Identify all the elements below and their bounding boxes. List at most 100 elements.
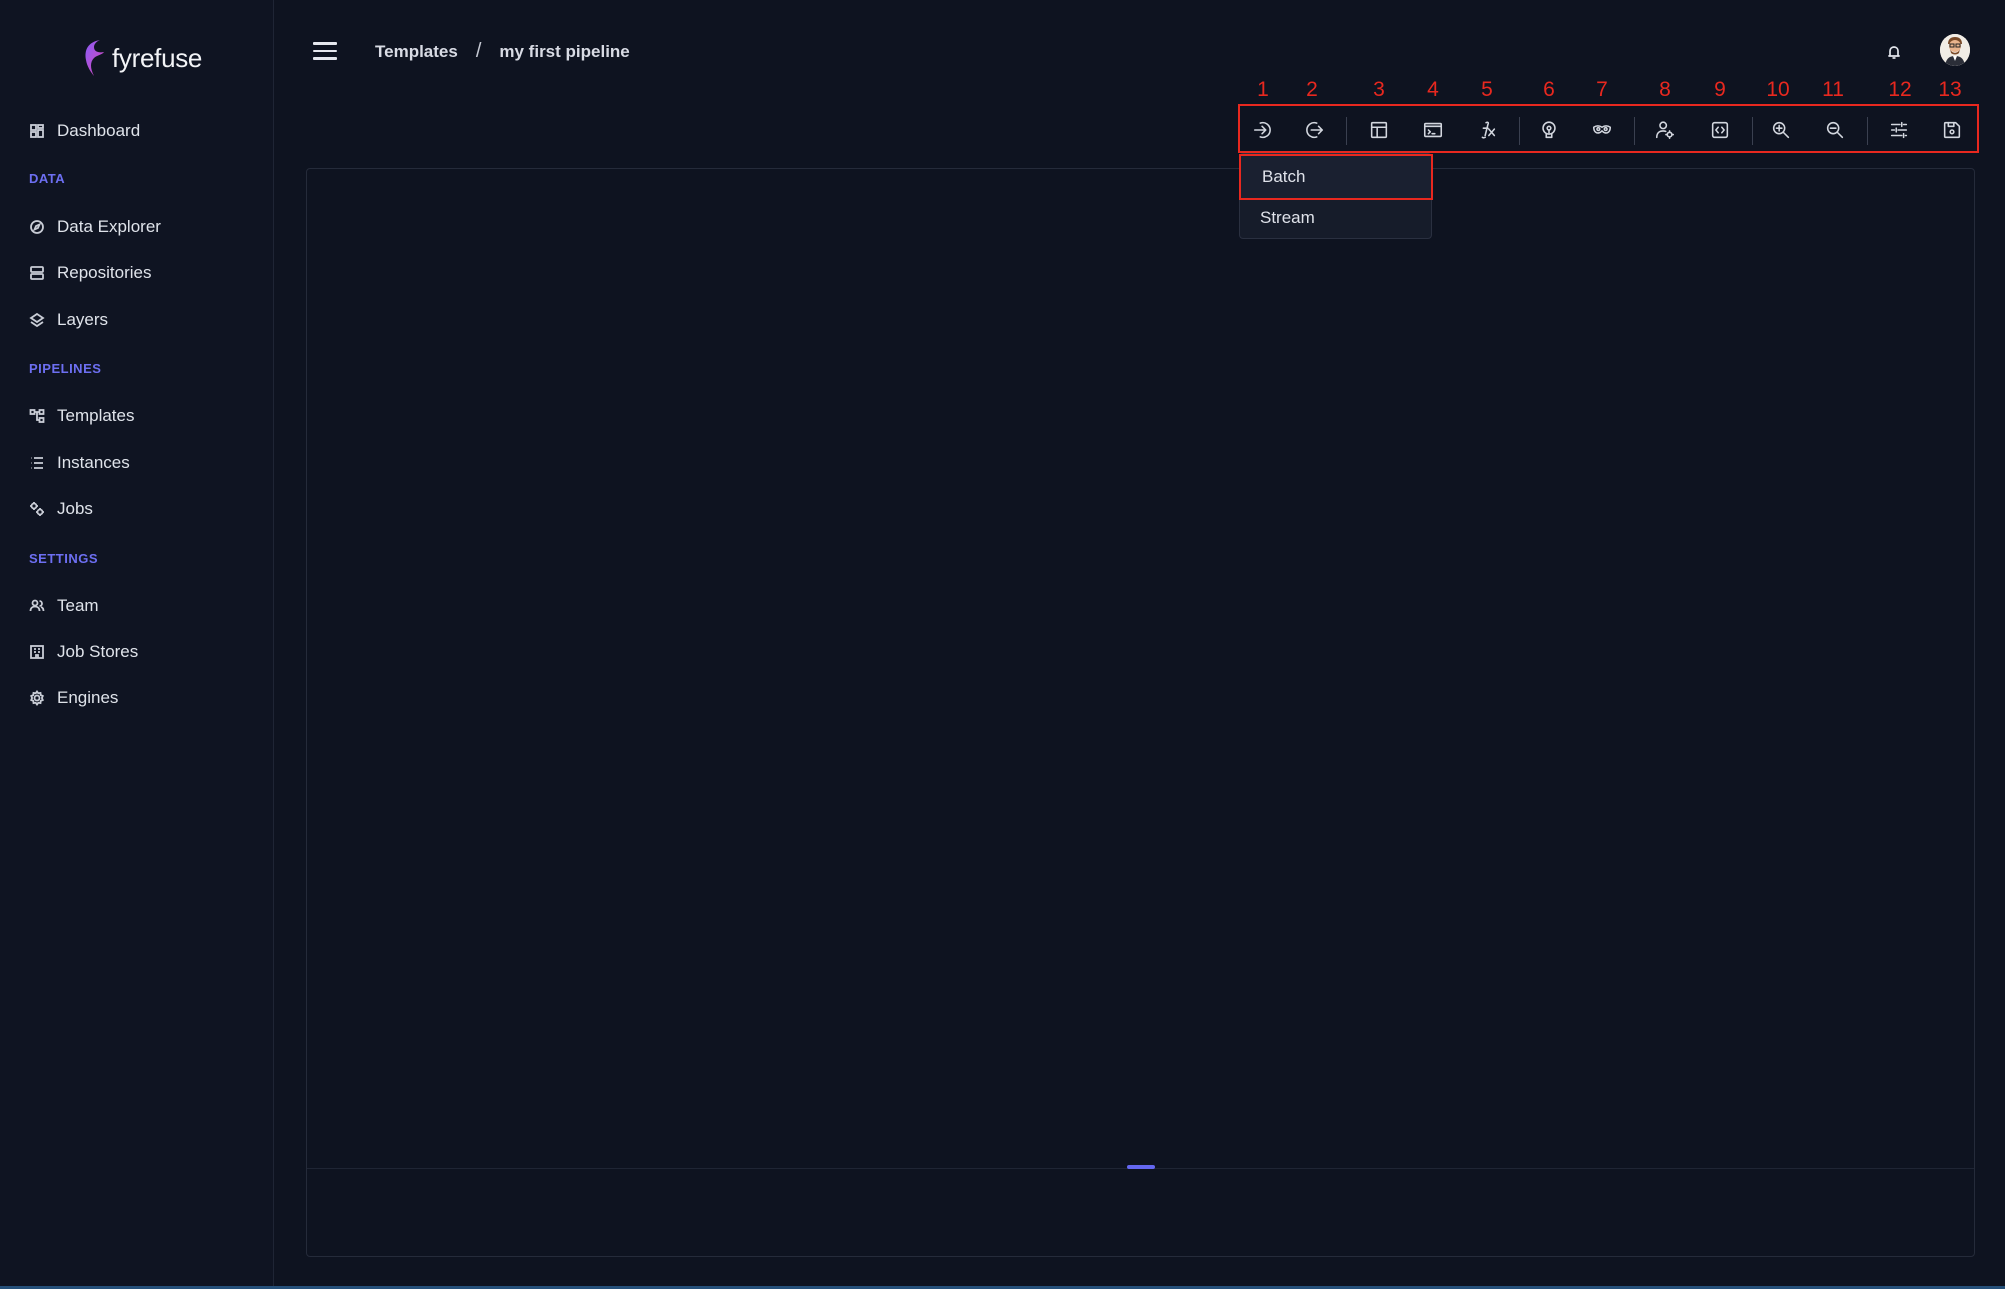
sidebar-item-job-stores[interactable]: Job Stores (29, 637, 138, 667)
gears-icon (30, 502, 44, 516)
user-settings-button[interactable] (1653, 118, 1677, 142)
sidebar-item-team[interactable]: Team (29, 591, 99, 621)
sidebar-item-label: Job Stores (57, 642, 139, 661)
menu-line (313, 57, 337, 60)
sidebar-item-templates[interactable]: Templates (29, 401, 134, 431)
code-view-button[interactable] (1708, 118, 1732, 142)
mask-icon (1592, 125, 1612, 134)
sliders-icon (1890, 121, 1908, 139)
add-masking-button[interactable] (1590, 118, 1614, 142)
save-icon (1943, 121, 1961, 139)
toolbar-number-labels: 1 2 3 4 5 6 7 8 9 10 11 12 13 (0, 78, 2005, 104)
toolbar-number: 7 (1596, 78, 1608, 101)
sidebar: fyrefuse Dashboard DATA Data Explorer Re… (0, 0, 274, 1289)
function-icon (1481, 121, 1496, 139)
toolbar-divider (1519, 117, 1520, 145)
hamburger-menu-button[interactable] (313, 42, 337, 62)
engine-cog-icon (30, 690, 44, 706)
section-label-data: DATA (29, 171, 66, 186)
pipeline-toolbar (1238, 104, 1979, 153)
toolbar-number: 2 (1306, 78, 1318, 101)
code-icon (1711, 121, 1729, 139)
sidebar-item-label: Team (57, 596, 99, 615)
compass-icon (30, 220, 44, 234)
sidebar-item-label: Templates (57, 406, 135, 425)
terminal-icon (1423, 122, 1443, 138)
add-function-button[interactable] (1475, 118, 1499, 142)
panel-resize-handle[interactable] (1127, 1165, 1155, 1169)
dashboard-icon (30, 124, 44, 138)
toolbar-number: 8 (1659, 78, 1671, 101)
zoom-out-icon (1826, 121, 1844, 139)
toolbar-number: 10 (1766, 78, 1790, 101)
sidebar-item-layers[interactable]: Layers (29, 305, 108, 335)
server-icon (30, 266, 44, 280)
sidebar-item-instances[interactable]: Instances (29, 448, 130, 478)
sidebar-item-repositories[interactable]: Repositories (29, 258, 152, 288)
sidebar-item-jobs[interactable]: Jobs (29, 494, 93, 524)
logo-text: fyrefuse (112, 42, 203, 73)
users-icon (29, 599, 45, 612)
table-icon (1370, 121, 1388, 139)
menu-line (313, 42, 337, 45)
sidebar-item-label: Repositories (57, 263, 152, 282)
add-table-button[interactable] (1367, 118, 1391, 142)
logo[interactable]: fyrefuse (80, 36, 202, 80)
sidebar-item-label: Engines (57, 688, 119, 707)
avatar-illustration-icon (1940, 34, 1970, 66)
add-script-button[interactable] (1421, 118, 1445, 142)
list-icon (31, 457, 43, 469)
sidebar-item-label: Jobs (57, 499, 93, 518)
breadcrumb-templates-link[interactable]: Templates (375, 42, 458, 62)
toolbar-number: 6 (1543, 78, 1555, 101)
save-button[interactable] (1940, 118, 1964, 142)
add-ml-model-button[interactable] (1537, 118, 1561, 142)
toolbar-number: 13 (1938, 78, 1962, 101)
toolbar-divider (1346, 117, 1347, 145)
sidebar-item-data-explorer[interactable]: Data Explorer (29, 212, 161, 242)
building-icon (30, 645, 44, 659)
breadcrumb: Templates / my first pipeline (375, 40, 630, 63)
toolbar-number: 11 (1822, 78, 1844, 101)
menu-line (313, 49, 337, 52)
toolbar-number: 3 (1373, 78, 1385, 101)
layers-icon (29, 312, 45, 328)
hierarchy-icon (29, 409, 45, 423)
sidebar-item-label: Dashboard (57, 121, 141, 140)
output-icon (1306, 121, 1324, 139)
fyrefuse-logo-icon (85, 40, 104, 76)
toolbar-number: 12 (1888, 78, 1912, 101)
section-label-settings: SETTINGS (29, 551, 99, 566)
sidebar-item-engines[interactable]: Engines (29, 683, 118, 713)
zoom-in-icon (1772, 121, 1790, 139)
add-input-button[interactable] (1251, 118, 1275, 142)
sidebar-item-label: Data Explorer (57, 217, 161, 236)
notifications-button[interactable] (1885, 43, 1903, 61)
breadcrumb-separator: / (475, 40, 482, 62)
toolbar-number: 9 (1714, 78, 1726, 101)
zoom-in-button[interactable] (1769, 118, 1793, 142)
bell-icon (1888, 46, 1900, 59)
add-output-button[interactable] (1302, 118, 1326, 142)
input-type-dropdown: Batch Stream (1239, 153, 1433, 239)
user-settings-icon (1655, 121, 1675, 140)
zoom-out-button[interactable] (1823, 118, 1847, 142)
breadcrumb-current: my first pipeline (499, 41, 630, 61)
lightbulb-icon (1542, 121, 1556, 139)
user-avatar[interactable] (1940, 34, 1970, 66)
toolbar-divider (1867, 117, 1868, 145)
dropdown-item-stream[interactable]: Stream (1240, 198, 1433, 238)
sidebar-item-label: Layers (57, 310, 109, 329)
pipeline-settings-button[interactable] (1887, 118, 1911, 142)
toolbar-number: 5 (1481, 78, 1493, 101)
toolbar-divider (1634, 117, 1635, 145)
toolbar-number: 1 (1257, 78, 1269, 101)
pipeline-canvas[interactable] (306, 168, 1975, 1257)
dropdown-item-batch[interactable]: Batch (1239, 154, 1433, 200)
sidebar-item-dashboard[interactable]: Dashboard (29, 116, 140, 146)
toolbar-divider (1752, 117, 1753, 145)
toolbar-number: 4 (1427, 78, 1439, 101)
section-label-pipelines: PIPELINES (29, 361, 102, 376)
sidebar-item-label: Instances (57, 453, 130, 472)
input-icon (1253, 121, 1271, 139)
